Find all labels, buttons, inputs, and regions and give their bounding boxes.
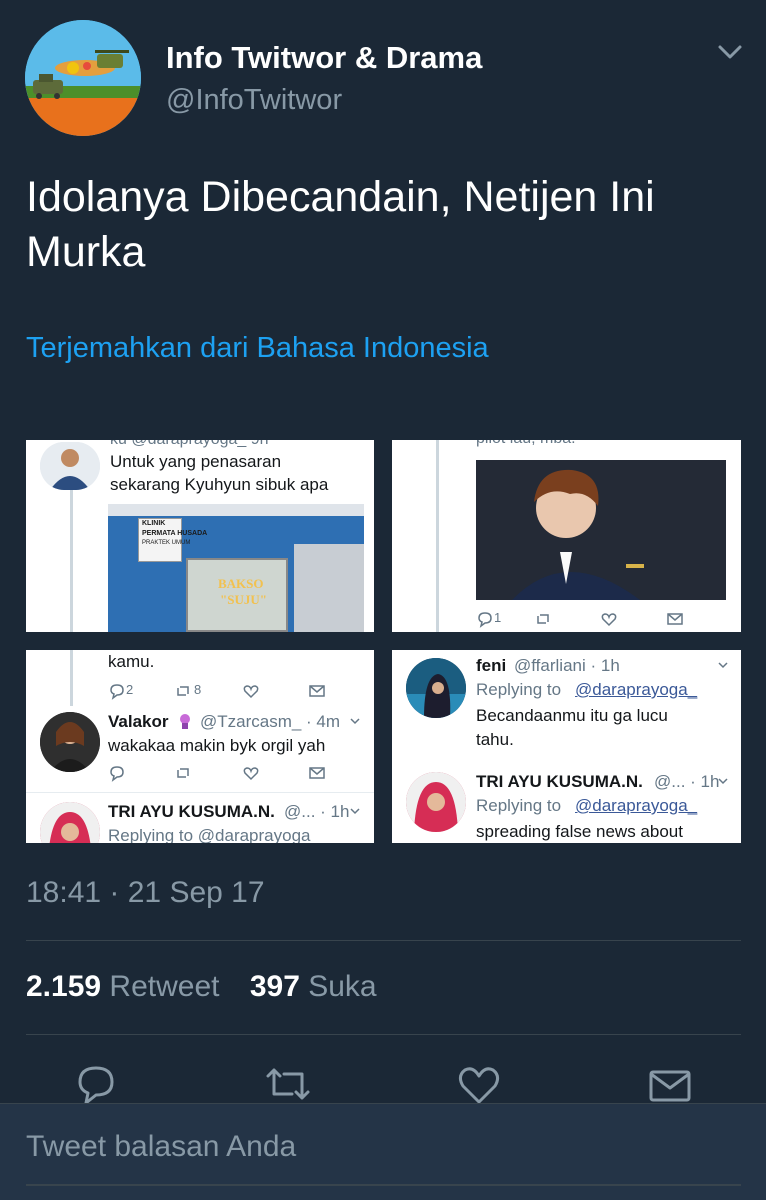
tweet-timestamp: 18:41 · 21 Sep 17 bbox=[26, 876, 265, 909]
user-name: feni bbox=[476, 656, 507, 675]
retweet-button[interactable] bbox=[264, 1062, 310, 1106]
user-handle: @Tzarcasm_ · 4m bbox=[200, 712, 341, 731]
retweets-stat[interactable]: 2.159 Retweet bbox=[26, 970, 219, 1004]
chevron-down-icon bbox=[718, 662, 728, 669]
mail-icon bbox=[309, 685, 325, 697]
photo-person bbox=[476, 460, 726, 600]
reply-icon bbox=[110, 684, 124, 700]
retweets-label: Retweet bbox=[109, 970, 220, 1003]
reply-input[interactable]: Tweet balasan Anda bbox=[26, 1130, 741, 1186]
retweet-count: 8 bbox=[194, 682, 202, 697]
replying-label: Replying to bbox=[476, 796, 562, 815]
reply-icon bbox=[78, 1066, 114, 1105]
reply-button[interactable] bbox=[74, 1062, 118, 1106]
tweet-actions bbox=[108, 764, 348, 784]
avatar bbox=[40, 802, 100, 843]
likes-label: Suka bbox=[308, 970, 377, 1003]
heart-icon bbox=[458, 1067, 500, 1104]
user-name: TRI AYU KUSUMA.N. bbox=[108, 802, 275, 821]
tweet-line: kamu. bbox=[108, 652, 155, 671]
avatar bbox=[40, 712, 100, 772]
chevron-down-icon bbox=[350, 808, 360, 815]
tweet-line: tahu. bbox=[476, 730, 514, 749]
direct-message-button[interactable] bbox=[648, 1062, 692, 1106]
mail-icon bbox=[667, 613, 683, 625]
thread-line bbox=[70, 650, 73, 706]
replying-to: Replying to @daraprayoga_ bbox=[108, 826, 320, 843]
retweet-icon bbox=[266, 1068, 310, 1100]
stall-text: "SUJU" bbox=[220, 592, 267, 607]
reply-count: 2 bbox=[126, 682, 134, 697]
likes-count: 397 bbox=[249, 970, 300, 1003]
media-grid: ku @daraprayoga_ 9h Untuk yang penasaran… bbox=[26, 440, 741, 843]
media-image-4[interactable]: feni @ffarliani · 1h Replying to @darapr… bbox=[392, 650, 741, 843]
translate-link[interactable]: Terjemahkan dari Bahasa Indonesia bbox=[26, 332, 489, 365]
user-name: TRI AYU KUSUMA.N. bbox=[476, 772, 643, 791]
tweet-text: Idolanya Dibecandain, Netijen Ini Murka bbox=[26, 173, 655, 276]
retweet-icon bbox=[537, 614, 549, 624]
cut-header-text: pilot lau, mba. bbox=[476, 440, 576, 448]
tweet-stats: 2.159 Retweet 397 Suka bbox=[26, 970, 399, 1004]
likes-stat[interactable]: 397 Suka bbox=[250, 970, 377, 1004]
like-button[interactable] bbox=[457, 1062, 501, 1106]
avatar bbox=[40, 442, 100, 490]
tweet-line: Untuk yang penasaran bbox=[110, 452, 282, 471]
user-handle: @... · 1h bbox=[284, 802, 350, 821]
sign-text: KLINIK bbox=[142, 520, 166, 527]
replying-label: Replying to bbox=[476, 680, 562, 699]
avatar bbox=[406, 658, 466, 718]
user-handle: @ffarliani · 1h bbox=[514, 656, 620, 675]
tweet-actions: 2 8 bbox=[108, 682, 348, 702]
replying-user: @daraprayoga_ bbox=[575, 680, 698, 699]
thread-line bbox=[436, 440, 439, 632]
emoji-icon bbox=[180, 714, 190, 729]
tweet-line: sekarang Kyuhyun sibuk apa bbox=[110, 475, 329, 494]
photo-bakso-stall: KLINIK PERMATA HUSADA PRAKTEK UMUM BAKSO… bbox=[108, 504, 364, 632]
retweet-icon bbox=[177, 768, 189, 778]
stall-text: BAKSO bbox=[218, 576, 264, 591]
tweet-line: wakakaa makin byk orgil yah bbox=[108, 736, 326, 755]
cut-header-text: ku @daraprayoga_ 9h bbox=[110, 440, 269, 449]
reply-count: 1 bbox=[494, 610, 502, 625]
media-image-2[interactable]: pilot lau, mba. 1 bbox=[392, 440, 741, 632]
sign-text: PRAKTEK UMUM bbox=[142, 540, 191, 546]
chevron-down-icon bbox=[718, 778, 728, 785]
sign-text: PERMATA HUSADA bbox=[142, 530, 208, 537]
mail-icon bbox=[649, 1070, 691, 1102]
mail-icon bbox=[309, 767, 325, 779]
heart-icon bbox=[243, 767, 259, 781]
user-name: Valakor bbox=[108, 712, 169, 731]
account-name[interactable]: Info Twitwor & Drama bbox=[166, 40, 482, 76]
tweet-actions: 1 bbox=[476, 610, 716, 630]
divider bbox=[26, 1034, 741, 1035]
divider bbox=[26, 940, 741, 941]
account-handle[interactable]: @InfoTwitwor bbox=[166, 84, 342, 117]
divider bbox=[26, 792, 374, 793]
reply-icon bbox=[478, 612, 492, 628]
avatar bbox=[406, 772, 466, 832]
tweet-line: Becandaanmu itu ga lucu bbox=[476, 706, 668, 725]
tweet-line: spreading false news about bbox=[476, 822, 683, 841]
chevron-down-icon bbox=[350, 718, 360, 725]
tweet-header: Info Twitwor & Drama @InfoTwitwor bbox=[0, 0, 766, 140]
media-image-3[interactable]: kamu. 2 8 Valakor @Tzarcasm_ · 4m wakaka… bbox=[26, 650, 374, 843]
chevron-down-icon[interactable] bbox=[716, 38, 744, 66]
avatar[interactable] bbox=[25, 20, 141, 136]
media-image-1[interactable]: ku @daraprayoga_ 9h Untuk yang penasaran… bbox=[26, 440, 374, 632]
retweets-count: 2.159 bbox=[26, 970, 102, 1003]
replying-user: @daraprayoga_ bbox=[575, 796, 698, 815]
reply-icon bbox=[110, 766, 124, 782]
user-handle: @... · 1h bbox=[654, 772, 720, 791]
heart-icon bbox=[243, 685, 259, 699]
tweet-actions-bar bbox=[0, 1062, 766, 1105]
heart-icon bbox=[601, 613, 617, 627]
thread-line bbox=[70, 488, 73, 632]
retweet-icon bbox=[177, 686, 189, 696]
